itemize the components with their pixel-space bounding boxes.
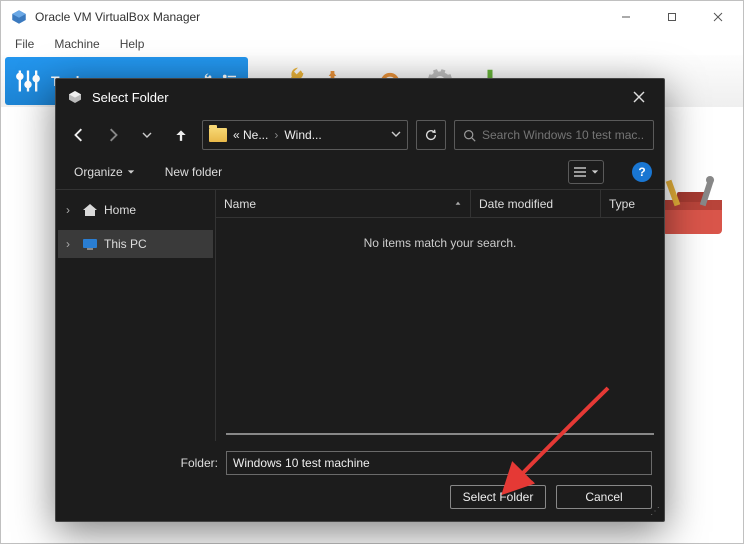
cancel-button[interactable]: Cancel xyxy=(556,485,652,509)
chevron-down-icon xyxy=(591,168,599,176)
breadcrumb-separator-icon: › xyxy=(274,128,278,142)
select-folder-button[interactable]: Select Folder xyxy=(450,485,546,509)
folder-name-row: Folder: xyxy=(68,451,652,475)
menu-help[interactable]: Help xyxy=(112,35,153,53)
menu-machine[interactable]: Machine xyxy=(46,35,107,53)
file-list-area: No items match your search. xyxy=(216,218,664,441)
folder-label: Folder: xyxy=(68,456,218,470)
search-box[interactable] xyxy=(454,120,654,150)
tree-item-home[interactable]: › Home xyxy=(58,196,213,224)
nav-forward-button[interactable] xyxy=(100,122,126,148)
dialog-footer: Folder: Select Folder Cancel xyxy=(56,441,664,521)
nav-up-button[interactable] xyxy=(168,122,194,148)
folder-name-input[interactable] xyxy=(226,451,652,475)
column-header-modified[interactable]: Date modified xyxy=(471,190,601,217)
virtualbox-cube-icon xyxy=(66,88,84,106)
close-button[interactable] xyxy=(695,3,741,31)
breadcrumb-segment-2[interactable]: Wind... xyxy=(284,128,321,142)
nav-recent-dropdown[interactable] xyxy=(134,122,160,148)
address-bar[interactable]: « Ne... › Wind... xyxy=(202,120,408,150)
dialog-body: › Home › This PC Name Date modified Type xyxy=(56,189,664,441)
organize-label: Organize xyxy=(74,165,123,179)
empty-message: No items match your search. xyxy=(364,236,517,250)
tree-item-this-pc[interactable]: › This PC xyxy=(58,230,213,258)
dialog-close-button[interactable] xyxy=(624,82,654,112)
maximize-button[interactable] xyxy=(649,3,695,31)
app-title: Oracle VM VirtualBox Manager xyxy=(35,10,603,24)
dialog-nav-row: « Ne... › Wind... xyxy=(56,115,664,155)
resize-grip-icon[interactable]: ⋰ xyxy=(650,506,660,517)
menubar: File Machine Help xyxy=(1,33,743,55)
dialog-titlebar: Select Folder xyxy=(56,79,664,115)
chevron-down-icon xyxy=(127,168,135,176)
tree-label-home: Home xyxy=(104,203,136,217)
tools-sliders-icon xyxy=(11,64,45,98)
search-icon xyxy=(463,129,476,142)
view-mode-button[interactable] xyxy=(568,160,604,184)
horizontal-scrollbar[interactable] xyxy=(226,433,654,435)
main-titlebar: Oracle VM VirtualBox Manager xyxy=(1,1,743,33)
navigation-tree: › Home › This PC xyxy=(56,190,216,441)
column-header-name[interactable]: Name xyxy=(216,190,471,217)
chevron-right-icon: › xyxy=(66,237,76,251)
refresh-button[interactable] xyxy=(416,120,446,150)
address-dropdown-icon[interactable] xyxy=(391,128,401,142)
folder-icon xyxy=(209,128,227,142)
monitor-icon xyxy=(82,238,98,250)
menu-file[interactable]: File xyxy=(7,35,42,53)
minimize-button[interactable] xyxy=(603,3,649,31)
new-folder-label: New folder xyxy=(165,165,222,179)
dialog-toolbar: Organize New folder ? xyxy=(56,155,664,189)
list-view-icon xyxy=(573,166,587,178)
virtualbox-app-icon xyxy=(9,7,29,27)
dialog-title: Select Folder xyxy=(92,90,624,105)
sort-asc-icon xyxy=(454,200,462,208)
help-button[interactable]: ? xyxy=(632,162,652,182)
search-input[interactable] xyxy=(482,128,645,142)
select-folder-dialog: Select Folder « Ne... › Wind... Organize… xyxy=(55,78,665,522)
file-list-pane: Name Date modified Type No items match y… xyxy=(216,190,664,441)
nav-back-button[interactable] xyxy=(66,122,92,148)
column-header-type[interactable]: Type xyxy=(601,190,664,217)
new-folder-button[interactable]: New folder xyxy=(159,162,228,182)
dialog-button-row: Select Folder Cancel xyxy=(68,485,652,509)
window-controls xyxy=(603,3,741,31)
column-headers: Name Date modified Type xyxy=(216,190,664,218)
chevron-right-icon: › xyxy=(66,203,76,217)
tree-label-this-pc: This PC xyxy=(104,237,147,251)
home-icon xyxy=(82,203,98,217)
organize-button[interactable]: Organize xyxy=(68,162,141,182)
breadcrumb-segment-1[interactable]: « Ne... xyxy=(233,128,268,142)
